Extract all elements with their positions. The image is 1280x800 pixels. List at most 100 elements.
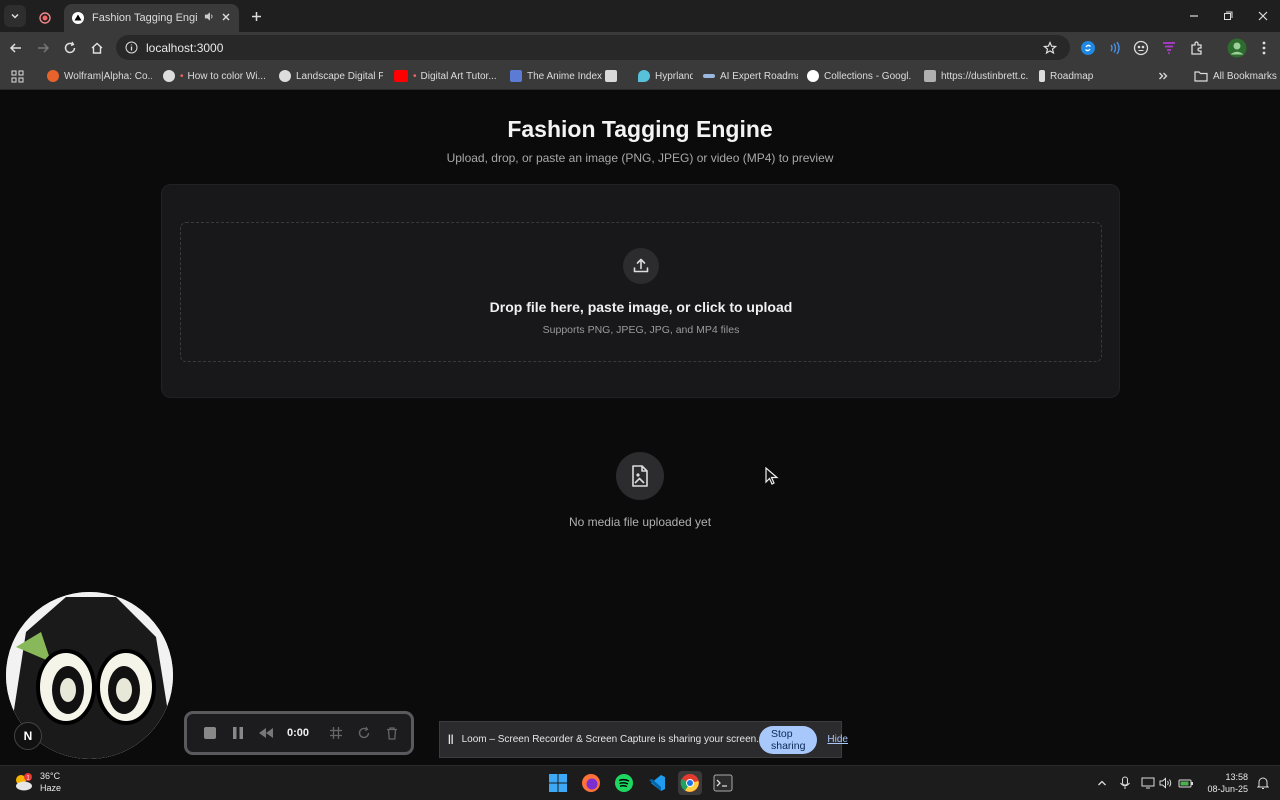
extension-shazam-icon[interactable] [1079,39,1097,57]
restore-icon [1224,11,1233,20]
bookmark-item[interactable]: The Anime Index [510,68,602,84]
volume-icon [1159,777,1172,789]
browser-menu-button[interactable] [1255,39,1273,57]
pause-button[interactable] [227,722,249,744]
firefox-app[interactable] [579,771,603,795]
restart-button[interactable] [353,722,375,744]
bookmark-item[interactable]: Collections - Googl... [807,68,911,84]
reload-button[interactable] [59,37,81,59]
volume-tray[interactable] [1158,775,1174,791]
bookmark-star-icon[interactable] [1042,40,1058,56]
upload-icon-wrapper [623,248,659,284]
system-clock[interactable]: 13:58 08-Jun-25 [1200,771,1248,795]
tab-recording[interactable] [30,4,60,32]
chevron-up-icon [1098,780,1106,786]
battery-tray[interactable] [1178,775,1194,791]
notifications-tray[interactable] [1255,775,1271,791]
chevron-down-icon [11,13,19,19]
bookmark-item[interactable]: • Digital Art Tutor... [394,68,498,84]
file-image-icon [632,465,648,487]
restart-icon [358,726,370,739]
back-button[interactable] [5,37,27,59]
vercel-favicon-icon [72,12,84,24]
kebab-menu-icon [1262,41,1266,55]
tab-search-button[interactable] [4,5,26,27]
terminal-app[interactable] [711,771,735,795]
start-button[interactable] [546,771,570,795]
tab-strip: Fashion Tagging Engine [0,0,1280,32]
recording-controls: 0:00 [184,711,414,755]
arrow-right-icon [38,43,50,53]
rewind-icon [259,728,273,738]
chrome-app[interactable] [678,771,702,795]
delete-recording-button[interactable] [381,722,403,744]
tray-overflow-button[interactable] [1094,775,1110,791]
y-favicon-icon: • [180,70,184,82]
youtube-icon [394,70,408,82]
folder-icon [1194,71,1208,82]
bookmark-item[interactable]: Hyprland [638,68,693,84]
network-tray[interactable] [1140,775,1156,791]
roadmap-icon [703,74,715,78]
minimize-button[interactable] [1184,6,1204,26]
network-icon [1141,777,1155,789]
close-window-button[interactable] [1253,6,1273,26]
close-icon [1258,11,1268,21]
draw-button[interactable] [325,722,347,744]
globe-icon [163,70,175,82]
url-text[interactable]: localhost:3000 [146,41,1042,55]
extension-audio-icon[interactable] [1105,39,1123,57]
stop-icon [204,727,216,739]
page-content: Fashion Tagging Engine Upload, drop, or … [0,91,1280,765]
microphone-tray[interactable] [1117,775,1133,791]
apps-button[interactable] [11,68,24,84]
rewind-button[interactable] [255,722,277,744]
firefox-icon [582,774,600,792]
upload-icon [633,258,649,273]
forward-button[interactable] [32,37,54,59]
stop-recording-button[interactable] [199,722,221,744]
weather-condition: Haze [40,783,62,793]
bell-icon [1257,777,1269,789]
bookmark-item[interactable]: Landscape Digital P... [279,68,383,84]
extensions-puzzle-icon[interactable] [1188,39,1206,57]
nextjs-badge[interactable]: N [14,722,42,750]
chrome-icon [680,774,699,792]
hide-link[interactable]: Hide [827,734,848,745]
tab-fashion-tagging[interactable]: Fashion Tagging Engine [64,4,239,32]
bookmark-item[interactable]: Wolfram|Alpha: Co... [47,68,152,84]
hyprland-drop-icon [638,70,650,82]
windows-icon [549,774,567,792]
site-info-icon[interactable] [124,41,138,55]
bookmark-item[interactable]: Roadmap [1039,68,1099,84]
extension-filter-icon[interactable] [1160,39,1178,57]
restore-button[interactable] [1218,6,1238,26]
profile-avatar[interactable] [1226,37,1248,59]
page-title: Fashion Tagging Engine [507,116,773,142]
upload-dropzone[interactable]: Drop file here, paste image, or click to… [180,222,1102,362]
address-bar[interactable]: localhost:3000 [116,35,1070,60]
stop-sharing-button[interactable]: Stop sharing [758,725,818,754]
bookmark-item[interactable]: AI Expert Roadmap [703,68,798,84]
y-favicon-icon: • [413,70,417,82]
bookmark-item[interactable]: • How to color Wi... [163,68,269,84]
more-bookmarks-button[interactable] [1158,68,1168,84]
upload-card: Drop file here, paste image, or click to… [161,184,1120,398]
drag-handle-icon[interactable]: || [448,734,454,745]
spotify-app[interactable] [612,771,636,795]
all-bookmarks-button[interactable]: All Bookmarks [1194,68,1277,84]
art-favicon-icon [605,70,617,82]
vscode-app[interactable] [645,771,669,795]
extension-mask-icon[interactable] [1132,39,1150,57]
speaker-icon[interactable] [204,11,215,25]
pause-icon [233,727,243,739]
weather-temperature: 36°C [40,771,61,781]
bookmark-item[interactable] [605,68,627,84]
new-tab-button[interactable] [246,6,266,26]
weather-widget[interactable]: 1 36°C Haze [12,770,61,794]
close-tab-icon[interactable] [221,12,231,25]
home-button[interactable] [86,37,108,59]
reload-icon [64,41,76,54]
bookmark-item[interactable]: https://dustinbrett.c... [924,68,1028,84]
screen-share-notification: || Loom – Screen Recorder & Screen Captu… [439,721,848,758]
